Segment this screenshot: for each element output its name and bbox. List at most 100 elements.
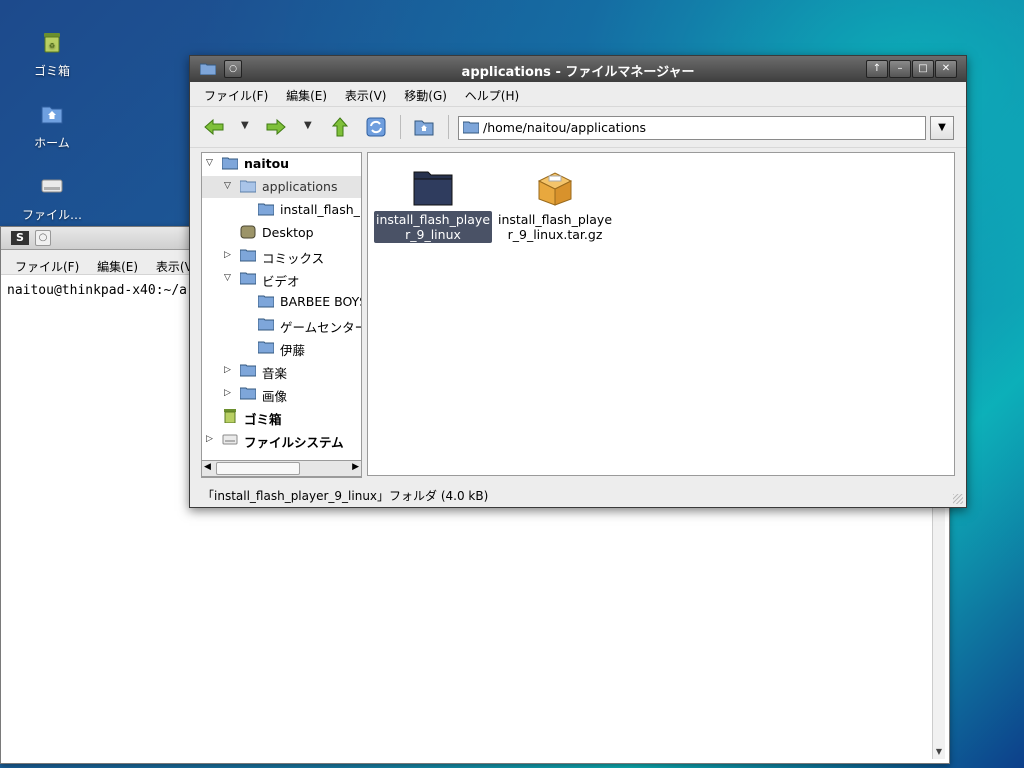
toolbar-separator [448, 115, 449, 139]
trash-icon: ♻ [40, 30, 64, 54]
side-pane-tree[interactable]: ▽ naitou ▽ applications install_flash_ D… [201, 152, 362, 478]
desktop-icon-label: ホーム [34, 136, 70, 150]
menu-file[interactable]: ファイル(F) [204, 87, 268, 104]
menu-edit[interactable]: 編集(E) [286, 87, 327, 104]
reload-icon[interactable] [366, 117, 386, 137]
tree-item[interactable]: BARBEE BOYS [202, 291, 361, 313]
file-item-archive[interactable]: install_flash_playe r_9_linux.tar.gz [496, 167, 614, 243]
filesystem-icon [222, 432, 238, 446]
minimize-button-icon[interactable]: – [889, 60, 911, 78]
file-item-folder[interactable]: install_flash_playe r_9_linux [374, 167, 492, 243]
location-bar[interactable]: /home/naitou/applications [458, 116, 926, 140]
file-name-line-1: install_flash_playe [375, 212, 491, 227]
tree-label: コミックス [262, 251, 325, 266]
filesystem-icon [40, 174, 64, 198]
status-bar: 「install_flash_player_9_linux」フォルダ (4.0 … [190, 481, 966, 507]
file-manager-menubar: ファイル(F) 編集(E) 表示(V) 移動(G) ヘルプ(H) [190, 82, 966, 107]
terminal-menu-file[interactable]: ファイル(F) [15, 258, 79, 275]
folder-icon [462, 120, 480, 134]
file-name-line-1: install_flash_playe [497, 212, 613, 227]
desktop-icon-filesystem[interactable]: ファイル… [7, 174, 97, 223]
file-name-line-2: r_9_linux.tar.gz [507, 227, 603, 242]
tree-item[interactable]: ゴミ箱 [202, 406, 361, 428]
folder-icon [239, 363, 257, 377]
icon-view[interactable]: install_flash_playe r_9_linux install_fl… [367, 152, 955, 476]
folder-icon [257, 317, 275, 331]
location-dropdown-chevron-down-icon[interactable]: ▼ [930, 116, 954, 140]
folder-icon [257, 340, 275, 354]
desktop-icon [240, 225, 256, 239]
home-folder-icon[interactable] [414, 117, 434, 137]
tree-item-selected[interactable]: ▽ applications [202, 176, 361, 198]
folder-icon [257, 202, 275, 216]
tree-label: naitou [244, 156, 290, 171]
file-manager-titlebar[interactable]: ○ applications - ファイルマネージャー ↑ – □ ✕ [190, 56, 966, 82]
toolbar-separator [400, 115, 401, 139]
scroll-thumb[interactable] [216, 462, 300, 475]
shade-button-icon[interactable]: ↑ [866, 60, 888, 78]
menu-help[interactable]: ヘルプ(H) [465, 87, 519, 104]
tree-item[interactable]: ▽ ビデオ [202, 268, 361, 290]
tree-item[interactable]: ▷ コミックス [202, 245, 361, 267]
home-icon [40, 102, 64, 126]
sticky-button[interactable]: ○ [35, 230, 51, 246]
back-history-chevron-down-icon[interactable]: ▼ [241, 120, 249, 131]
tree-item[interactable]: install_flash_ [202, 199, 361, 221]
tree-item[interactable]: ▷ 画像 [202, 383, 361, 405]
tree-item[interactable]: ▽ naitou [202, 153, 361, 175]
file-item-label: install_flash_playe r_9_linux [374, 211, 492, 243]
terminal-menu-edit[interactable]: 編集(E) [97, 258, 138, 275]
collapsed-triangle-icon[interactable]: ▷ [224, 250, 231, 260]
expanded-triangle-icon[interactable]: ▽ [206, 158, 213, 168]
scroll-right-arrow-icon[interactable]: ▶ [352, 462, 359, 472]
tree-item[interactable]: Desktop [202, 222, 361, 244]
side-pane-horizontal-scrollbar[interactable]: ◀ ▶ [201, 460, 362, 477]
trash-icon [222, 409, 238, 424]
forward-history-chevron-down-icon[interactable]: ▼ [304, 120, 312, 131]
expanded-triangle-icon[interactable]: ▽ [224, 273, 231, 283]
tree-label: ゲームセンター [280, 320, 362, 335]
window-title: applications - ファイルマネージャー [461, 65, 695, 80]
desktop-icon-label: ファイル… [21, 208, 82, 222]
home-folder-icon [221, 156, 239, 170]
tree-item[interactable]: ▷ ファイルシステム [202, 429, 361, 451]
tree-label: 伊藤 [280, 343, 306, 358]
tree-label: ビデオ [262, 274, 300, 289]
svg-text:♻: ♻ [49, 42, 55, 50]
maximize-button-icon[interactable]: □ [912, 60, 934, 78]
resize-grip-icon[interactable] [953, 494, 963, 504]
package-icon [533, 167, 577, 207]
menu-go[interactable]: 移動(G) [404, 87, 447, 104]
tree-label: ゴミ箱 [244, 412, 282, 427]
forward-arrow-icon[interactable] [266, 117, 286, 137]
toolbar: ▼ ▼ /home/naitou/applications ▼ [190, 107, 966, 148]
folder-icon [239, 248, 257, 262]
tree-label: install_flash_ [280, 202, 360, 217]
location-path: /home/naitou/applications [483, 120, 647, 135]
tree-label: applications [262, 179, 338, 194]
menu-view[interactable]: 表示(V) [345, 87, 387, 104]
close-button-icon[interactable]: ✕ [935, 60, 957, 78]
tree-label: 音楽 [262, 366, 288, 381]
tree-item[interactable]: 伊藤 [202, 337, 361, 359]
expanded-triangle-icon[interactable]: ▽ [224, 181, 231, 191]
folder-icon [411, 167, 455, 207]
tree-item[interactable]: ゲームセンター [202, 314, 361, 336]
terminal-menu-view[interactable]: 表示(V [156, 258, 193, 275]
tree-label: ファイルシステム [244, 435, 344, 450]
desktop-icon-home[interactable]: ホーム [7, 102, 97, 151]
scroll-left-arrow-icon[interactable]: ◀ [204, 462, 211, 472]
desktop-icon-trash[interactable]: ♻ ゴミ箱 [7, 30, 97, 79]
back-arrow-icon[interactable] [204, 117, 224, 137]
tree-item[interactable]: ▷ 音楽 [202, 360, 361, 382]
tree-label: Desktop [262, 225, 314, 240]
up-arrow-icon[interactable] [330, 117, 350, 137]
collapsed-triangle-icon[interactable]: ▷ [224, 365, 231, 375]
terminal-app-icon: S [11, 231, 29, 245]
folder-icon [239, 271, 257, 285]
collapsed-triangle-icon[interactable]: ▷ [206, 434, 213, 444]
collapsed-triangle-icon[interactable]: ▷ [224, 388, 231, 398]
tree-label: 画像 [262, 389, 288, 404]
file-manager-window[interactable]: ○ applications - ファイルマネージャー ↑ – □ ✕ ファイル… [189, 55, 967, 508]
scroll-down-arrow-icon[interactable]: ▼ [933, 747, 945, 759]
